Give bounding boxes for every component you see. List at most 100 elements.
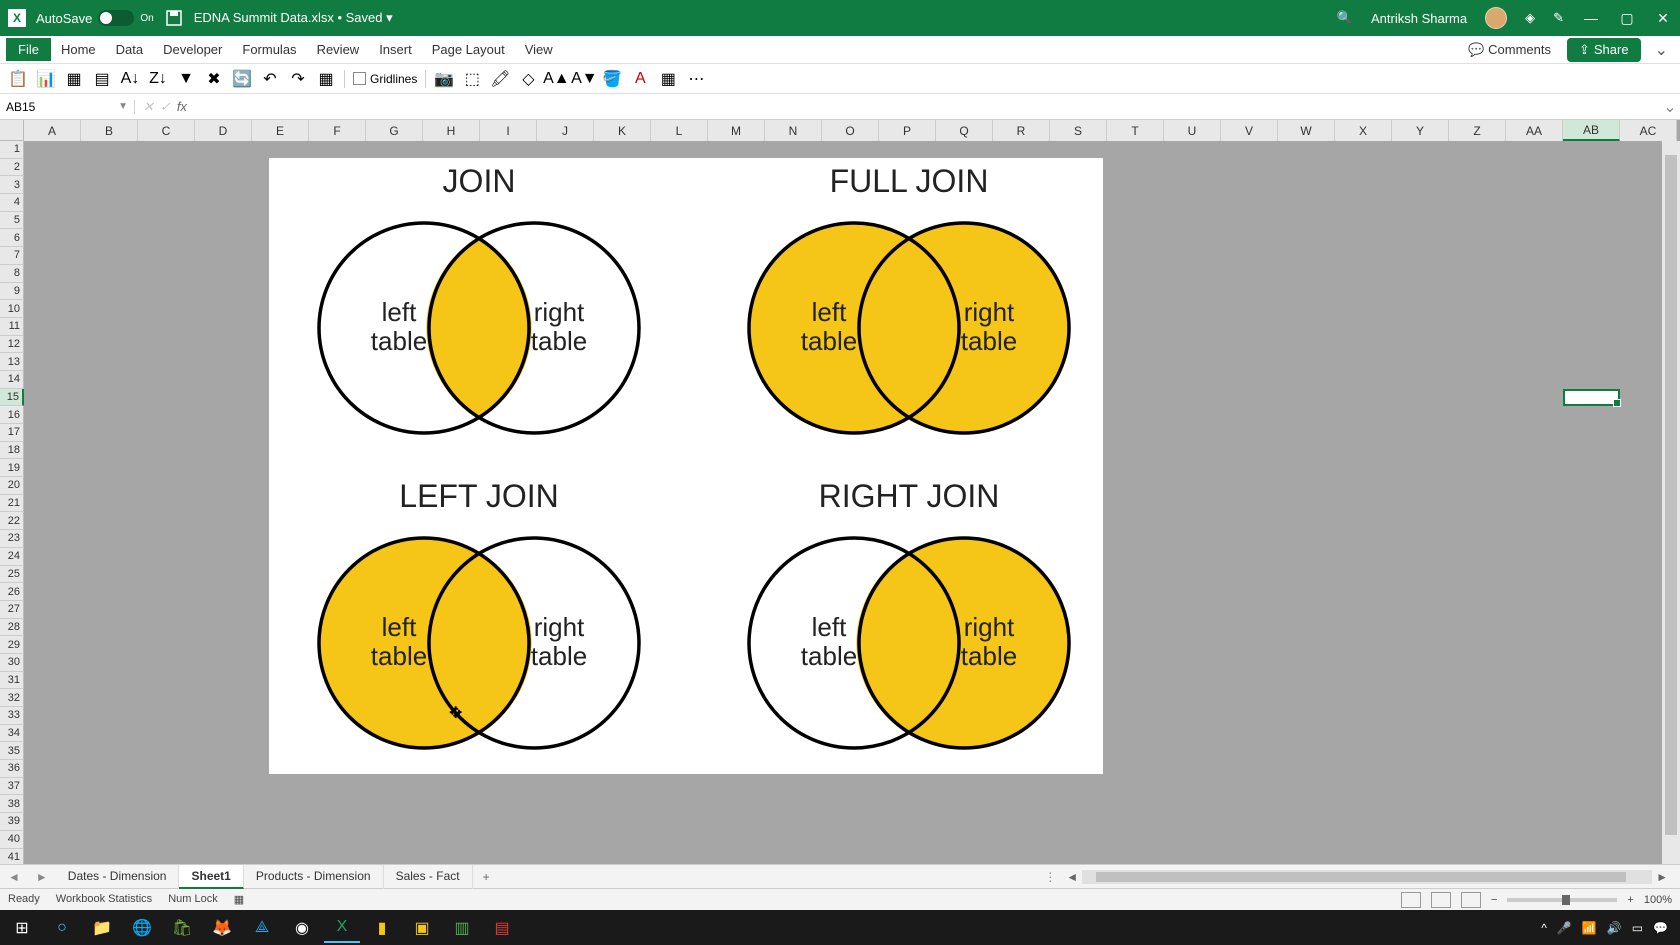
ribbon-tab-file[interactable]: File (6, 38, 51, 61)
column-header-N[interactable]: N (765, 120, 822, 141)
column-header-H[interactable]: H (423, 120, 480, 141)
scroll-split-icon[interactable]: ⋮ (1044, 870, 1062, 884)
row-header-16[interactable]: 16 (0, 406, 24, 424)
column-header-G[interactable]: G (366, 120, 423, 141)
draw-icon[interactable]: ✎ (1553, 10, 1564, 26)
avatar[interactable] (1485, 7, 1507, 29)
ribbon-tab-developer[interactable]: Developer (153, 38, 232, 61)
row-header-1[interactable]: 1 (0, 141, 24, 159)
toggle-switch[interactable] (98, 10, 134, 26)
row-header-28[interactable]: 28 (0, 619, 24, 637)
row-header-10[interactable]: 10 (0, 300, 24, 318)
scroll-left-icon[interactable]: ◄ (1062, 870, 1082, 884)
undo-icon[interactable]: ↶ (260, 69, 280, 89)
app-icon-1[interactable]: ▣ (404, 913, 440, 943)
row-header-25[interactable]: 25 (0, 566, 24, 584)
file-explorer-icon[interactable]: 📁 (84, 913, 120, 943)
row-header-5[interactable]: 5 (0, 212, 24, 230)
save-icon[interactable] (166, 10, 182, 26)
row-header-8[interactable]: 8 (0, 265, 24, 283)
column-header-V[interactable]: V (1221, 120, 1278, 141)
row-header-7[interactable]: 7 (0, 247, 24, 265)
row-header-2[interactable]: 2 (0, 159, 24, 177)
sheet-tab-sales-fact[interactable]: Sales - Fact (384, 865, 473, 889)
autosave-toggle[interactable]: AutoSave On (36, 10, 154, 26)
column-header-F[interactable]: F (309, 120, 366, 141)
coming-soon-icon[interactable]: ◈ (1525, 10, 1535, 26)
view-normal-button[interactable] (1401, 892, 1421, 908)
column-header-L[interactable]: L (651, 120, 708, 141)
ribbon-options-icon[interactable]: ⌄ (1649, 40, 1674, 60)
comments-button[interactable]: 💬 Comments (1460, 39, 1559, 61)
row-header-22[interactable]: 22 (0, 512, 24, 530)
row-header-11[interactable]: 11 (0, 318, 24, 336)
share-button[interactable]: ⇪ Share (1567, 38, 1641, 62)
embedded-image[interactable]: JOINlefttablerighttableFULL JOINlefttabl… (269, 158, 1103, 774)
cancel-icon[interactable]: ✕ (143, 99, 154, 115)
filename[interactable]: EDNA Summit Data.xlsx • Saved ▾ (194, 10, 393, 26)
table-icon[interactable]: ▦ (316, 69, 336, 89)
column-header-P[interactable]: P (879, 120, 936, 141)
column-header-O[interactable]: O (822, 120, 879, 141)
app-icon-2[interactable]: ▥ (444, 913, 480, 943)
vscode-icon[interactable]: ⟁ (244, 913, 280, 943)
row-header-32[interactable]: 32 (0, 689, 24, 707)
row-header-3[interactable]: 3 (0, 176, 24, 194)
excel-taskbar-icon[interactable]: X (324, 913, 360, 943)
more-icon[interactable]: ⋯ (686, 69, 706, 89)
status-stats[interactable]: Workbook Statistics (56, 893, 152, 906)
row-header-6[interactable]: 6 (0, 229, 24, 247)
view-pagebreak-button[interactable] (1461, 892, 1481, 908)
ribbon-tab-view[interactable]: View (515, 38, 563, 61)
column-header-B[interactable]: B (81, 120, 138, 141)
name-box[interactable]: AB15 ▼ (0, 100, 135, 114)
ribbon-tab-insert[interactable]: Insert (369, 38, 422, 61)
row-header-12[interactable]: 12 (0, 336, 24, 354)
row-header-41[interactable]: 41 (0, 849, 24, 865)
column-header-R[interactable]: R (993, 120, 1050, 141)
task-search-icon[interactable]: ○ (44, 913, 80, 943)
add-sheet-button[interactable]: + (473, 870, 500, 884)
horizontal-scrollbar[interactable] (1082, 870, 1652, 884)
row-header-26[interactable]: 26 (0, 583, 24, 601)
pivot-icon[interactable]: ▦ (64, 69, 84, 89)
store-icon[interactable]: 🛍 (164, 913, 200, 943)
sheet-tab-sheet1[interactable]: Sheet1 (179, 865, 243, 889)
fill-color-icon[interactable]: 🪣 (602, 69, 622, 89)
paste-icon[interactable]: 📋 (8, 69, 28, 89)
column-header-AB[interactable]: AB (1563, 120, 1620, 141)
row-header-18[interactable]: 18 (0, 442, 24, 460)
chrome-icon[interactable]: ◉ (284, 913, 320, 943)
gridlines-check[interactable]: Gridlines (353, 72, 417, 86)
row-header-29[interactable]: 29 (0, 636, 24, 654)
zoom-in-button[interactable]: + (1627, 894, 1633, 906)
edge-icon[interactable]: 🌐 (124, 913, 160, 943)
borders-icon[interactable]: ▦ (658, 69, 678, 89)
powerbi-icon[interactable]: ▮ (364, 913, 400, 943)
column-header-AA[interactable]: AA (1506, 120, 1563, 141)
row-header-19[interactable]: 19 (0, 459, 24, 477)
tray-volume-icon[interactable]: 🔊 (1607, 921, 1622, 935)
search-icon[interactable]: 🔍 (1337, 10, 1353, 26)
column-header-AC[interactable]: AC (1620, 120, 1677, 141)
column-header-X[interactable]: X (1335, 120, 1392, 141)
select-icon[interactable]: ⬚ (462, 69, 482, 89)
column-header-Q[interactable]: Q (936, 120, 993, 141)
redo-icon[interactable]: ↷ (288, 69, 308, 89)
delete-icon[interactable]: ✖ (204, 69, 224, 89)
firefox-icon[interactable]: 🦊 (204, 913, 240, 943)
refresh-icon[interactable]: 🔄 (232, 69, 252, 89)
row-header-4[interactable]: 4 (0, 194, 24, 212)
column-header-C[interactable]: C (138, 120, 195, 141)
column-header-Z[interactable]: Z (1449, 120, 1506, 141)
row-header-30[interactable]: 30 (0, 654, 24, 672)
row-header-23[interactable]: 23 (0, 530, 24, 548)
sort-asc-icon[interactable]: A↓ (120, 69, 140, 89)
row-header-31[interactable]: 31 (0, 672, 24, 690)
expand-formula-icon[interactable]: ⌄ (1660, 97, 1680, 117)
column-header-A[interactable]: A (24, 120, 81, 141)
row-header-13[interactable]: 13 (0, 353, 24, 371)
column-header-T[interactable]: T (1107, 120, 1164, 141)
ribbon-tab-page-layout[interactable]: Page Layout (422, 38, 515, 61)
highlight-icon[interactable]: 🖍 (490, 69, 510, 89)
